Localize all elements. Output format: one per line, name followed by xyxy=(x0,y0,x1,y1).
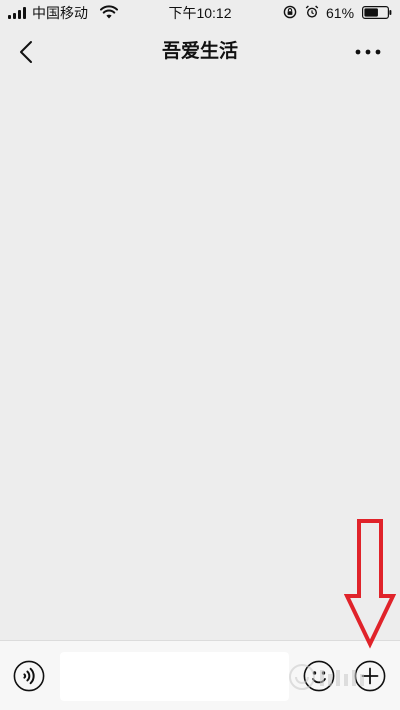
message-input[interactable] xyxy=(60,652,289,701)
back-button[interactable] xyxy=(12,38,40,66)
more-button[interactable] xyxy=(352,40,384,64)
chevron-left-icon xyxy=(20,41,32,63)
battery-icon xyxy=(362,6,392,19)
battery-percent: 61% xyxy=(326,5,355,21)
lock-rotation-icon xyxy=(283,5,297,19)
status-bar: 中国移动 下午10:12 61% xyxy=(0,0,400,28)
plus-circle-icon[interactable] xyxy=(354,660,386,692)
input-bar xyxy=(0,640,400,710)
page-title: 吾爱生活 xyxy=(161,41,238,62)
emoji-icon[interactable] xyxy=(303,660,335,692)
chat-message-area[interactable] xyxy=(0,76,400,640)
nav-bar: 吾爱生活 xyxy=(0,28,400,76)
more-dots-icon xyxy=(355,49,381,55)
voice-icon[interactable] xyxy=(13,660,45,692)
alarm-icon xyxy=(305,5,319,18)
